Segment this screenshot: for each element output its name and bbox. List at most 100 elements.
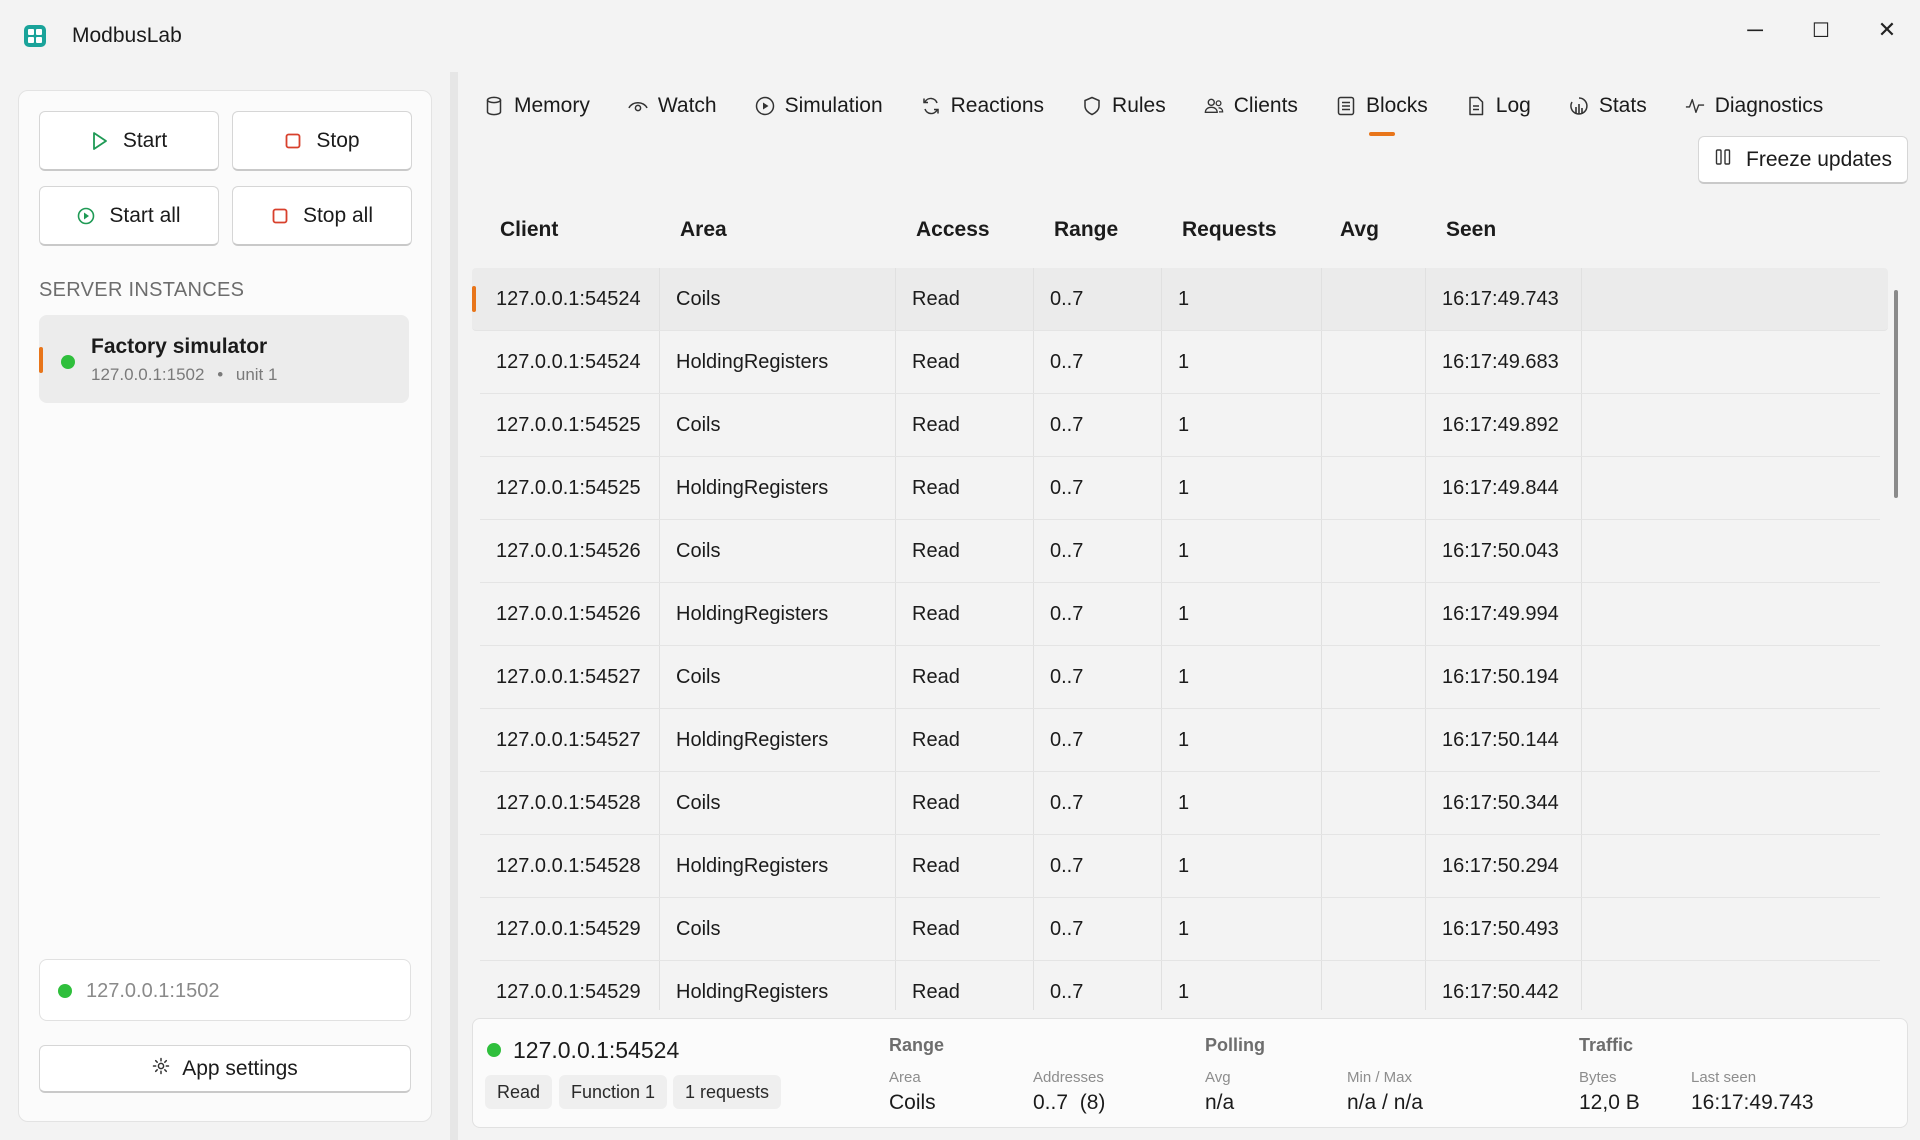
tab-label: Reactions	[950, 94, 1045, 117]
start-button[interactable]: Start	[39, 111, 219, 171]
start-all-button[interactable]: Start all	[39, 186, 219, 246]
tab-stats[interactable]: Stats	[1557, 84, 1659, 128]
table-body: 127.0.0.1:54524 Coils Read 0..7 1 16:17:49.74…	[472, 268, 1888, 1010]
range-heading: Range	[889, 1035, 945, 1055]
tab-watch[interactable]: Watch	[616, 84, 729, 128]
column-header-seen[interactable]: Seen	[1446, 218, 1496, 242]
table-row[interactable]: 127.0.0.1:54528 Coils Read 0..7 1 16:17:50.34…	[480, 772, 1880, 835]
cell-avg	[1322, 394, 1426, 456]
status-endpoint-text: 127.0.0.1:1502	[86, 980, 220, 1002]
tab-label: Diagnostics	[1714, 94, 1824, 117]
last-seen-value: 16:17:49.743	[1691, 1091, 1814, 1114]
tab-memory[interactable]: Memory	[472, 84, 602, 128]
tab-label: Memory	[514, 94, 590, 117]
cell-client: 127.0.0.1:54529	[480, 898, 660, 960]
table-row[interactable]: 127.0.0.1:54529 HoldingRegisters Read 0..7 1…	[480, 961, 1880, 1010]
table-row[interactable]: 127.0.0.1:54529 Coils Read 0..7 1 16:17:50.49…	[480, 898, 1880, 961]
table-row[interactable]: 127.0.0.1:54525 HoldingRegisters Read 0..7 1…	[480, 457, 1880, 520]
requests-chip: 1 requests	[673, 1075, 782, 1109]
cell-area: Coils	[660, 520, 896, 582]
table-row[interactable]: 127.0.0.1:54528 HoldingRegisters Read 0..7 1…	[480, 835, 1880, 898]
column-header-range[interactable]: Range	[1054, 218, 1118, 242]
tab-reactions[interactable]: Reactions	[909, 84, 1056, 128]
cell-client: 127.0.0.1:54528	[480, 772, 660, 834]
tab-bar: Memory Watch Simulation Reactions Rules …	[472, 84, 1849, 136]
freeze-updates-label: Freeze updates	[1746, 147, 1892, 171]
server-name: Factory simulator	[91, 335, 268, 358]
cell-area: HoldingRegisters	[660, 961, 896, 1010]
cell-requests: 1	[1162, 709, 1322, 771]
app-settings-button[interactable]: App settings	[39, 1045, 411, 1093]
cell-avg	[1322, 772, 1426, 834]
table-scrollbar[interactable]	[1894, 290, 1898, 498]
column-header-client[interactable]: Client	[500, 218, 558, 242]
function-chip: Function 1	[559, 1075, 668, 1109]
tab-simulation[interactable]: Simulation	[743, 84, 895, 128]
last-seen-label: Last seen	[1691, 1069, 1757, 1086]
stop-button[interactable]: Stop	[232, 111, 412, 171]
tab-log[interactable]: Log	[1454, 84, 1543, 128]
cell-seen: 16:17:49.743	[1426, 268, 1582, 330]
cell-range: 0..7	[1034, 394, 1162, 456]
table-row[interactable]: 127.0.0.1:54524 Coils Read 0..7 1 16:17:49.74…	[472, 268, 1888, 331]
cell-access: Read	[896, 457, 1034, 519]
freeze-updates-button[interactable]: Freeze updates	[1698, 136, 1908, 184]
tab-label: Stats	[1598, 94, 1647, 117]
table-row[interactable]: 127.0.0.1:54526 HoldingRegisters Read 0..7 1…	[480, 583, 1880, 646]
tab-label: Blocks	[1365, 94, 1428, 117]
table-row[interactable]: 127.0.0.1:54527 HoldingRegisters Read 0..7 1…	[480, 709, 1880, 772]
cell-access: Read	[896, 394, 1034, 456]
cell-range: 0..7	[1034, 772, 1162, 834]
status-endpoint: 127.0.0.1:1502	[39, 959, 411, 1021]
panel-splitter[interactable]	[450, 72, 458, 1140]
column-header-requests[interactable]: Requests	[1182, 218, 1277, 242]
access-chip: Read	[485, 1075, 553, 1109]
column-header-access[interactable]: Access	[916, 218, 990, 242]
cell-client: 127.0.0.1:54524	[480, 268, 660, 330]
minimize-button[interactable]: ─	[1730, 10, 1780, 50]
server-item[interactable]: Factory simulator 127.0.0.1:1502 • unit …	[39, 315, 409, 403]
tab-clients[interactable]: Clients	[1192, 84, 1310, 128]
cell-seen: 16:17:49.994	[1426, 583, 1582, 645]
cell-range: 0..7	[1034, 331, 1162, 393]
tab-blocks[interactable]: Blocks	[1324, 84, 1440, 136]
column-header-avg[interactable]: Avg	[1340, 218, 1379, 242]
cell-avg	[1322, 268, 1426, 330]
table-row[interactable]: 127.0.0.1:54526 Coils Read 0..7 1 16:17:50.04…	[480, 520, 1880, 583]
stop-all-button[interactable]: Stop all	[232, 186, 412, 246]
cell-access: Read	[896, 520, 1034, 582]
tab-diagnostics[interactable]: Diagnostics	[1673, 84, 1836, 128]
play-circle-icon	[77, 207, 95, 225]
server-subtitle: 127.0.0.1:1502 • unit 1	[91, 365, 277, 385]
play-icon	[91, 131, 109, 150]
cell-area: HoldingRegisters	[660, 583, 896, 645]
cell-area: Coils	[660, 898, 896, 960]
refresh-icon	[921, 96, 941, 116]
cell-area: Coils	[660, 268, 896, 330]
table-row[interactable]: 127.0.0.1:54527 Coils Read 0..7 1 16:17:50.19…	[480, 646, 1880, 709]
column-header-area[interactable]: Area	[680, 218, 727, 242]
cell-seen: 16:17:50.442	[1426, 961, 1582, 1010]
eye-icon	[628, 96, 648, 116]
cell-client: 127.0.0.1:54527	[480, 709, 660, 771]
cell-seen: 16:17:50.194	[1426, 646, 1582, 708]
cell-access: Read	[896, 331, 1034, 393]
maximize-button[interactable]: ☐	[1796, 10, 1846, 50]
table-row[interactable]: 127.0.0.1:54525 Coils Read 0..7 1 16:17:49.89…	[480, 394, 1880, 457]
close-button[interactable]: ✕	[1862, 10, 1912, 50]
title-bar: ModbusLab ─ ☐ ✕	[0, 0, 1920, 72]
cell-client: 127.0.0.1:54526	[480, 520, 660, 582]
cell-client: 127.0.0.1:54525	[480, 394, 660, 456]
cell-access: Read	[896, 898, 1034, 960]
cell-access: Read	[896, 772, 1034, 834]
cell-requests: 1	[1162, 457, 1322, 519]
details-panel: 127.0.0.1:54524 Read Function 1 1 reques…	[472, 1018, 1908, 1128]
cell-avg	[1322, 646, 1426, 708]
stop-icon	[284, 132, 302, 150]
cell-range: 0..7	[1034, 835, 1162, 897]
cell-avg	[1322, 457, 1426, 519]
cell-range: 0..7	[1034, 898, 1162, 960]
cell-client: 127.0.0.1:54529	[480, 961, 660, 1010]
table-row[interactable]: 127.0.0.1:54524 HoldingRegisters Read 0..7 1…	[480, 331, 1880, 394]
tab-rules[interactable]: Rules	[1070, 84, 1178, 128]
